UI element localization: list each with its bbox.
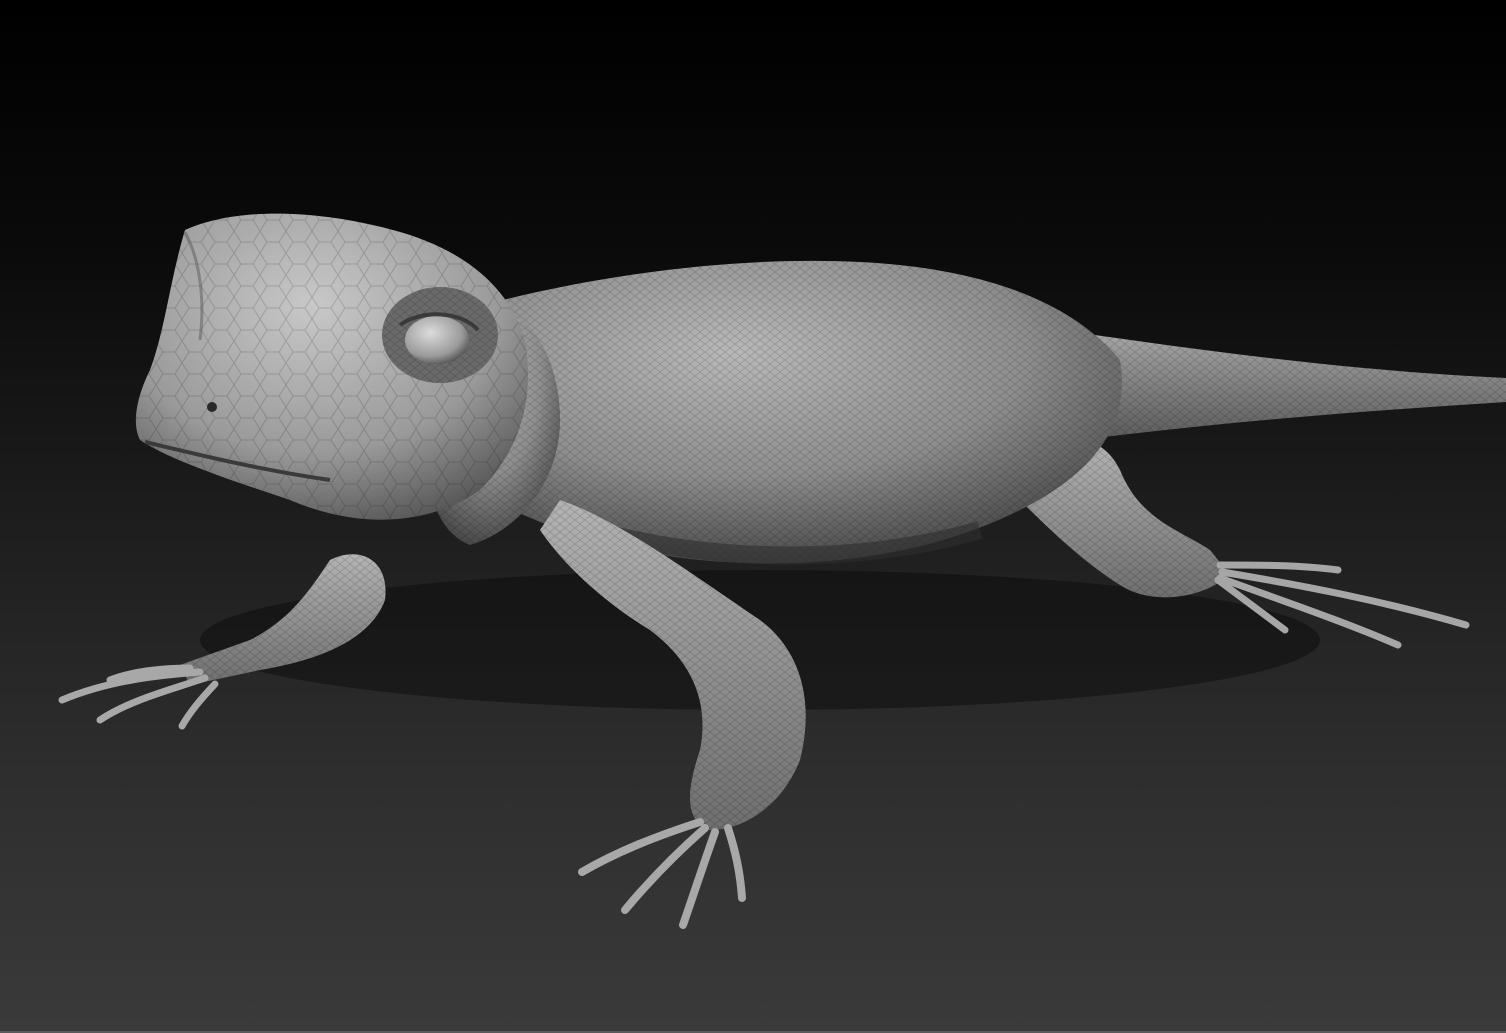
head — [135, 213, 529, 520]
lizard-render — [58, 213, 1506, 929]
eye — [405, 316, 469, 364]
3d-viewport[interactable] — [0, 0, 1506, 1033]
nostril — [207, 402, 217, 412]
